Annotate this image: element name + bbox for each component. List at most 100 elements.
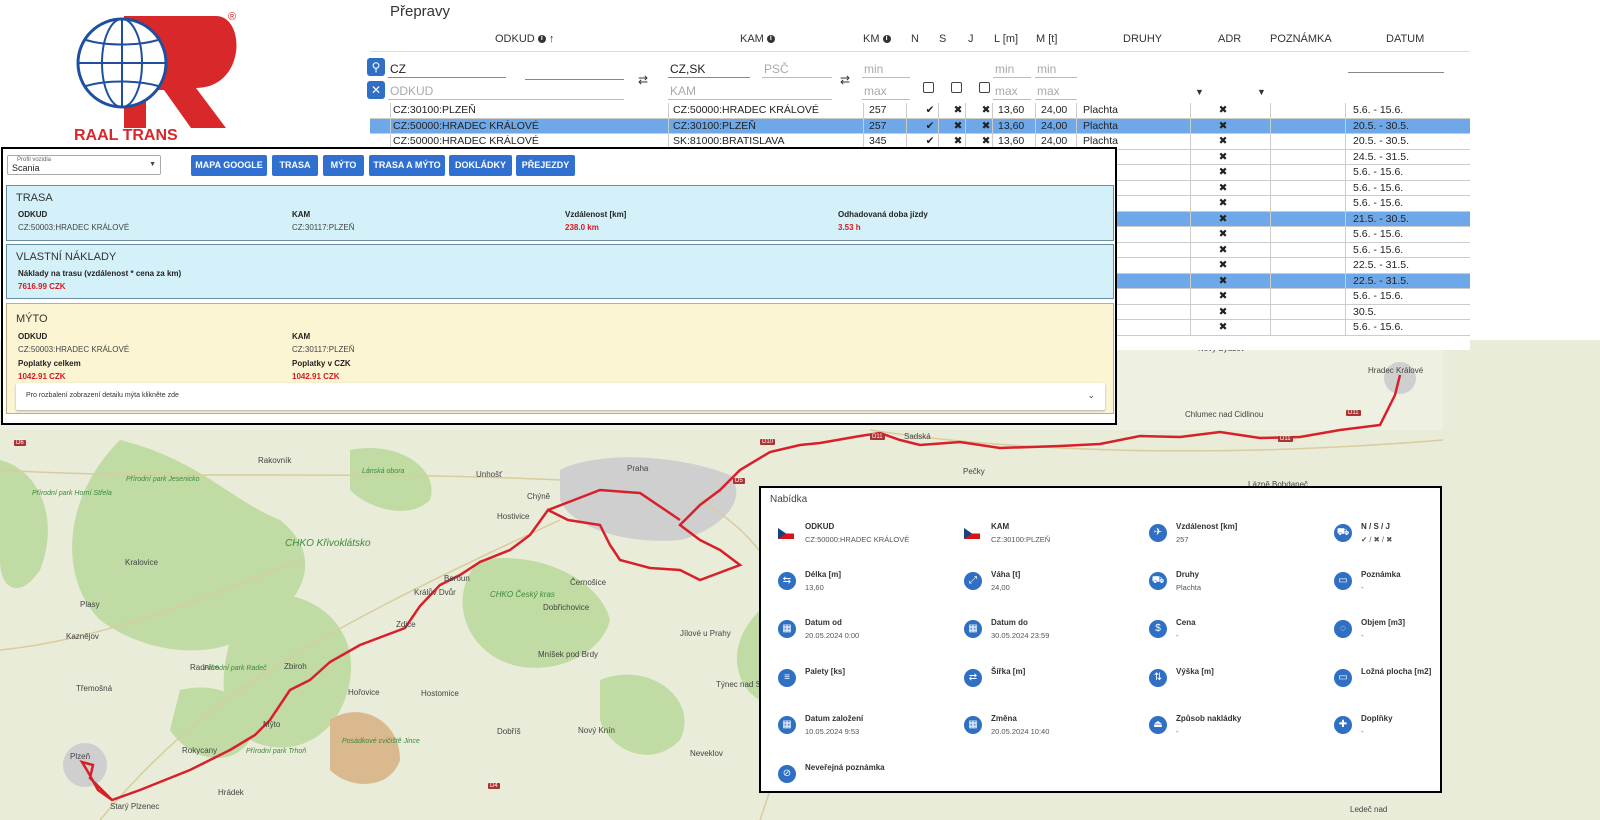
area-icon: ▭ — [1334, 669, 1352, 687]
cell-adr: ✖ — [1218, 119, 1228, 132]
trasa-a-myto-button[interactable]: TRASA A MÝTO — [369, 155, 445, 176]
km-max[interactable]: max — [862, 82, 910, 100]
search-button[interactable]: ⚲ — [367, 58, 385, 76]
airplane-icon: ✈ — [1149, 524, 1167, 542]
prejezdy-button[interactable]: PŘEJEZDY — [516, 155, 575, 176]
map-label: Hostomice — [421, 689, 459, 698]
vehicle-profile-value: Scania — [12, 163, 40, 173]
cz-flag-icon — [964, 528, 980, 539]
map-area-label: Lánská obora — [362, 468, 405, 475]
map-label: Mníšek pod Brdy — [538, 650, 599, 659]
datum-filter[interactable] — [1348, 55, 1444, 73]
truck-icon: ⛟ — [1334, 524, 1352, 542]
nabidka-item-label: Změna — [991, 714, 1017, 723]
cell-n: ✔ — [925, 119, 935, 132]
kam-input[interactable]: KAM — [668, 82, 832, 100]
nabidka-item: ▦ Datum do 30.05.2024 23:59 — [964, 618, 1134, 648]
m-min[interactable]: min — [1035, 60, 1077, 78]
map-label: Hradec Králové — [1368, 366, 1424, 375]
kam-country-filter[interactable]: CZ,SK — [668, 60, 750, 78]
cell-datum: 30.5. — [1353, 305, 1377, 318]
calendar-icon: ▦ — [964, 716, 982, 734]
cell-j: ✖ — [981, 104, 991, 116]
loading-icon: ⏏ — [1149, 716, 1167, 734]
road-shield: D11 — [870, 434, 885, 440]
map-label: Chlumec nad Cidlinou — [1185, 410, 1264, 419]
cell-l: 13,60 — [998, 119, 1025, 132]
m-max[interactable]: max — [1035, 82, 1077, 100]
col-poznamka[interactable]: POZNÁMKA — [1270, 33, 1332, 45]
myto-detail-accordion[interactable]: Pro rozbalení zobrazení detailu mýta kli… — [16, 383, 1105, 410]
cell-m: 24,00 — [1041, 119, 1068, 132]
km-min[interactable]: min — [862, 60, 910, 78]
col-j[interactable]: J — [968, 33, 974, 45]
cell-odkud: CZ:30100:PLZEŇ — [393, 104, 476, 116]
col-adr[interactable]: ADR — [1218, 33, 1241, 45]
map-label: Hrádek — [218, 788, 244, 797]
doklady-button[interactable]: DOKLÁDKY — [449, 155, 512, 176]
raal-trans-logo: ® RAAL TRANS — [74, 11, 237, 142]
col-s[interactable]: S — [939, 33, 946, 45]
table-row[interactable]: CZ:30100:PLZEŇ CZ:50000:HRADEC KRÁLOVÉ 257… — [370, 103, 1470, 119]
cell-druhy: Plachta — [1083, 119, 1119, 132]
col-n[interactable]: N — [911, 33, 919, 45]
nabidka-item-value: 24,00 — [991, 583, 1010, 592]
myto-box: MÝTO ODKUD CZ:50003:HRADEC KRÁLOVÉ KAM C… — [6, 303, 1114, 414]
adr-dropdown-icon[interactable]: ▼ — [1257, 87, 1266, 97]
odkud-country-filter[interactable]: CZ — [388, 60, 506, 78]
price-icon: $ — [1149, 620, 1167, 638]
nabidka-item-value: CZ:30100:PLZEŇ — [991, 535, 1051, 544]
extras-icon: ✚ — [1334, 716, 1352, 734]
swap-icon[interactable]: ⇄ — [840, 73, 850, 87]
vehicle-profile-select[interactable]: Profil vozidla Scania ▼ — [7, 155, 161, 175]
nabidka-item-label: Doplňky — [1361, 714, 1393, 723]
clear-filter-button[interactable]: ✕ — [367, 81, 385, 99]
mapa-google-button[interactable]: MAPA GOOGLE — [191, 155, 267, 176]
cell-datum: 20.5. - 30.5. — [1353, 119, 1410, 132]
l-max[interactable]: max — [993, 82, 1031, 100]
cell-datum: 5.6. - 15.6. — [1353, 243, 1404, 256]
col-m[interactable]: M [t] — [1036, 33, 1057, 45]
col-druhy[interactable]: DRUHY — [1123, 33, 1162, 45]
col-km[interactable]: KM i — [863, 33, 891, 45]
cell-datum: 5.6. - 15.6. — [1353, 228, 1404, 240]
cell-odkud: CZ:50000:HRADEC KRÁLOVÉ — [393, 119, 539, 132]
nabidka-item-label: Objem [m3] — [1361, 618, 1406, 627]
map-label: Plzeň — [70, 752, 91, 761]
table-row[interactable]: CZ:50000:HRADEC KRÁLOVÉ CZ:30100:PLZEŇ 257… — [370, 118, 1470, 134]
map-label: Třemošná — [76, 684, 113, 693]
s-checkbox[interactable] — [951, 82, 962, 93]
nabidka-item: ⛟ N / S / J ✔ / ✖ / ✖ — [1334, 522, 1504, 552]
route-panel: Profil vozidla Scania ▼ MAPA GOOGLE TRAS… — [1, 147, 1117, 425]
length-icon: ⇆ — [778, 572, 796, 590]
l-min[interactable]: min — [993, 60, 1031, 78]
sort-up-icon[interactable]: ↑ — [549, 33, 555, 45]
pallet-icon: ≡ — [778, 669, 796, 687]
swap-icon[interactable]: ⇄ — [638, 73, 648, 87]
col-l[interactable]: L [m] — [994, 33, 1018, 45]
odkud-psc-filter[interactable] — [525, 62, 624, 80]
kam-psc-filter[interactable]: PSČ — [762, 60, 832, 78]
map-area-label: Posádkové cvičiště Jince — [342, 738, 420, 745]
map-label: Rokycany — [182, 746, 218, 755]
map-label: Dobřichovice — [543, 603, 590, 612]
trasa-button[interactable]: TRASA — [272, 155, 318, 176]
nabidka-item-label: Datum od — [805, 618, 842, 627]
odkud-input[interactable]: ODKUD — [388, 82, 624, 100]
col-odkud[interactable]: ODKUD i ↑ — [495, 33, 554, 45]
n-checkbox[interactable] — [923, 82, 934, 93]
j-checkbox[interactable] — [979, 82, 990, 93]
nabidka-panel: Nabídka ODKUD CZ:50000:HRADEC KRÁLOVÉ KAM C… — [759, 486, 1442, 793]
nabidka-item-label: Váha [t] — [991, 570, 1021, 579]
info-icon: i — [882, 35, 891, 44]
vzdalenost-value: 238.0 km — [565, 223, 599, 232]
druhy-dropdown-icon[interactable]: ▼ — [1195, 87, 1204, 97]
myto-title: MÝTO — [16, 313, 48, 325]
nabidka-item-label: Výška [m] — [1176, 667, 1214, 676]
map-area-label: CHKO Křivoklátsko — [285, 538, 371, 549]
height-icon: ⇅ — [1149, 669, 1167, 687]
col-kam[interactable]: KAM i — [740, 33, 775, 45]
myto-button[interactable]: MÝTO — [323, 155, 364, 176]
col-datum[interactable]: DATUM — [1386, 33, 1424, 45]
nabidka-item-label: Šířka [m] — [991, 667, 1026, 676]
